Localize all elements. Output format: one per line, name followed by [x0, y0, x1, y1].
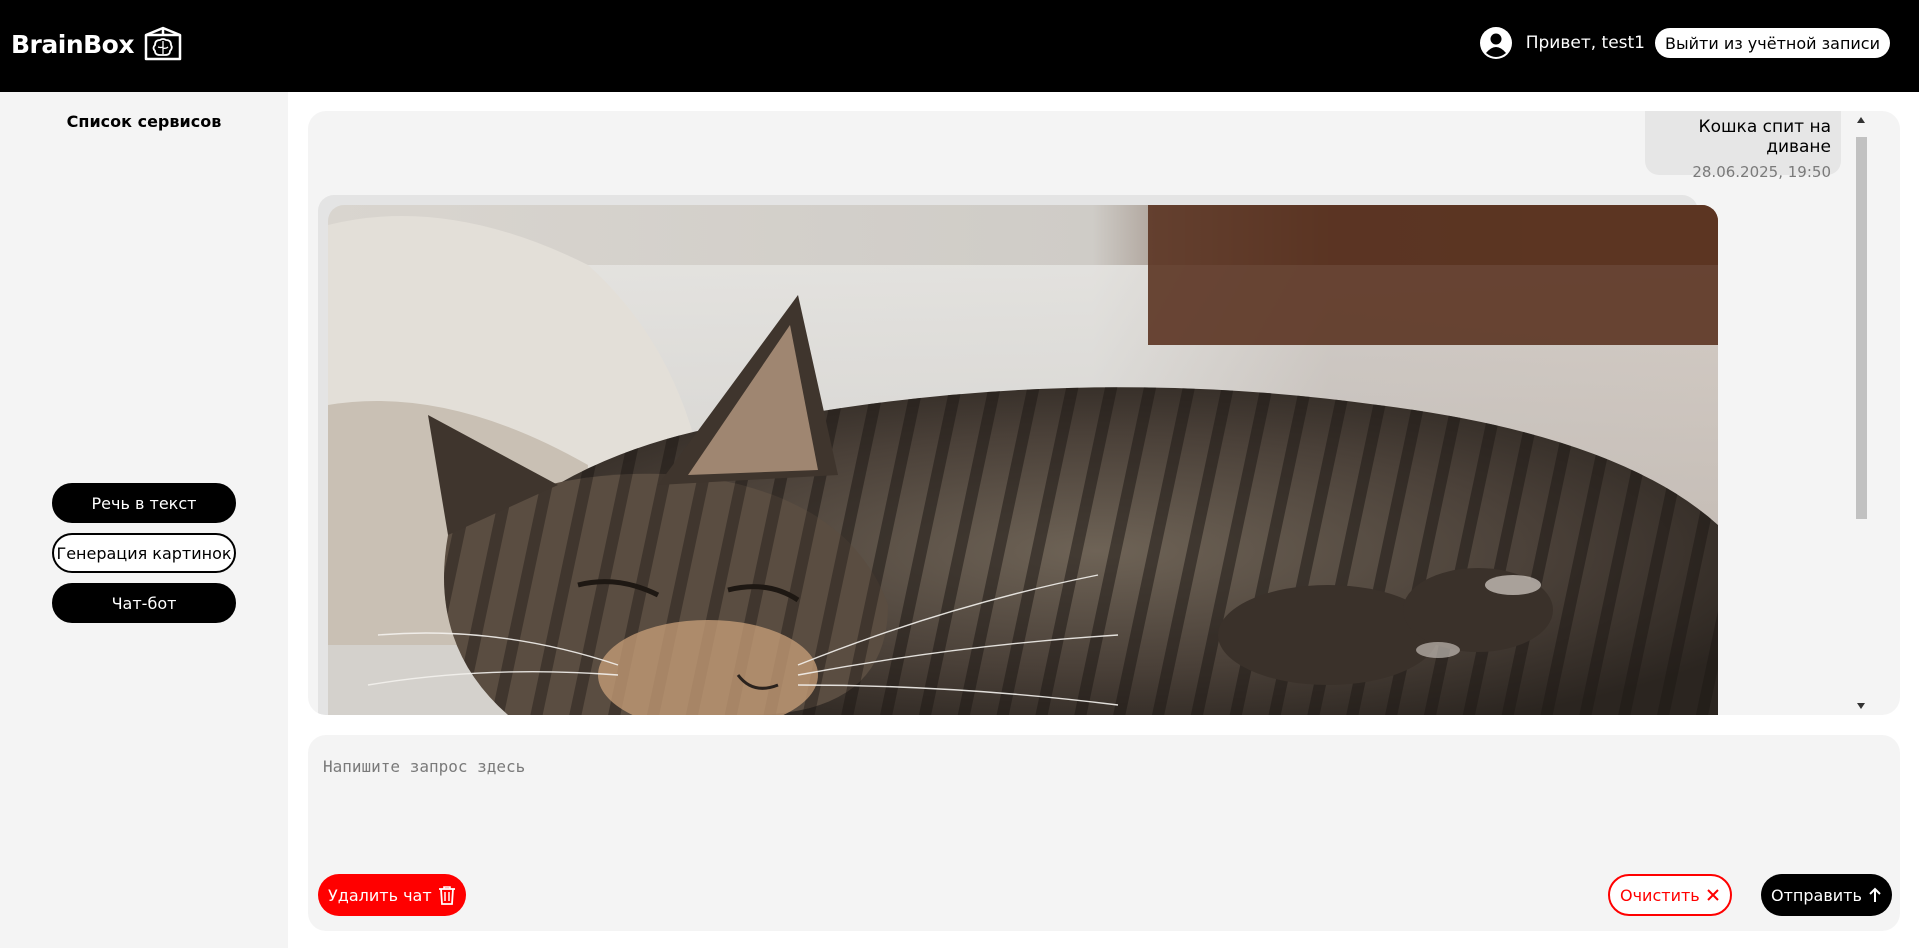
sidebar-title: Список сервисов: [66, 112, 222, 131]
trash-icon: [438, 886, 455, 905]
service-chatbot-button[interactable]: Чат-бот: [52, 583, 236, 623]
app-logo[interactable]: BrainBox: [11, 23, 184, 65]
send-button[interactable]: Отправить: [1761, 874, 1892, 916]
top-header: BrainBox Привет, test1 Выйти из учётной …: [0, 0, 1919, 92]
clear-button[interactable]: Очистить: [1608, 874, 1732, 916]
scroll-down-arrow-icon[interactable]: [1857, 703, 1865, 709]
generated-image[interactable]: [328, 205, 1718, 715]
message-timestamp: 28.06.2025, 19:50: [1692, 163, 1831, 181]
send-label: Отправить: [1771, 885, 1862, 905]
clear-label: Очистить: [1620, 885, 1700, 905]
user-avatar-icon[interactable]: [1479, 27, 1512, 59]
user-message: Кошка спит на диване 28.06.2025, 19:50: [1645, 111, 1841, 181]
delete-chat-label: Удалить чат: [328, 885, 432, 905]
services-sidebar: Список сервисов Речь в текст Генерация к…: [0, 92, 288, 948]
prompt-input[interactable]: [323, 757, 1883, 847]
user-area: Привет, test1 Выйти из учётной записи: [1479, 27, 1890, 59]
scroll-up-arrow-icon[interactable]: [1857, 117, 1865, 123]
message-composer: Удалить чат Очистить Отправить: [308, 735, 1900, 931]
close-icon: [1707, 889, 1719, 901]
logout-button[interactable]: Выйти из учётной записи: [1655, 28, 1890, 58]
service-speech-to-text-button[interactable]: Речь в текст: [52, 483, 236, 523]
service-image-generation-button[interactable]: Генерация картинок: [52, 533, 236, 573]
arrow-up-icon: [1869, 887, 1881, 902]
brain-box-icon: [144, 26, 182, 61]
sleeping-tabby-cat-image: [328, 205, 1718, 715]
chat-scrollbar[interactable]: [1854, 111, 1868, 715]
user-message-text: Кошка спит на диване: [1698, 117, 1831, 157]
chat-history[interactable]: Кошка спит на диване 28.06.2025, 19:50: [308, 111, 1900, 715]
app-name: BrainBox: [11, 29, 134, 59]
delete-chat-button[interactable]: Удалить чат: [318, 874, 466, 916]
scrollbar-thumb[interactable]: [1856, 137, 1867, 519]
user-greeting: Привет, test1: [1525, 33, 1645, 53]
